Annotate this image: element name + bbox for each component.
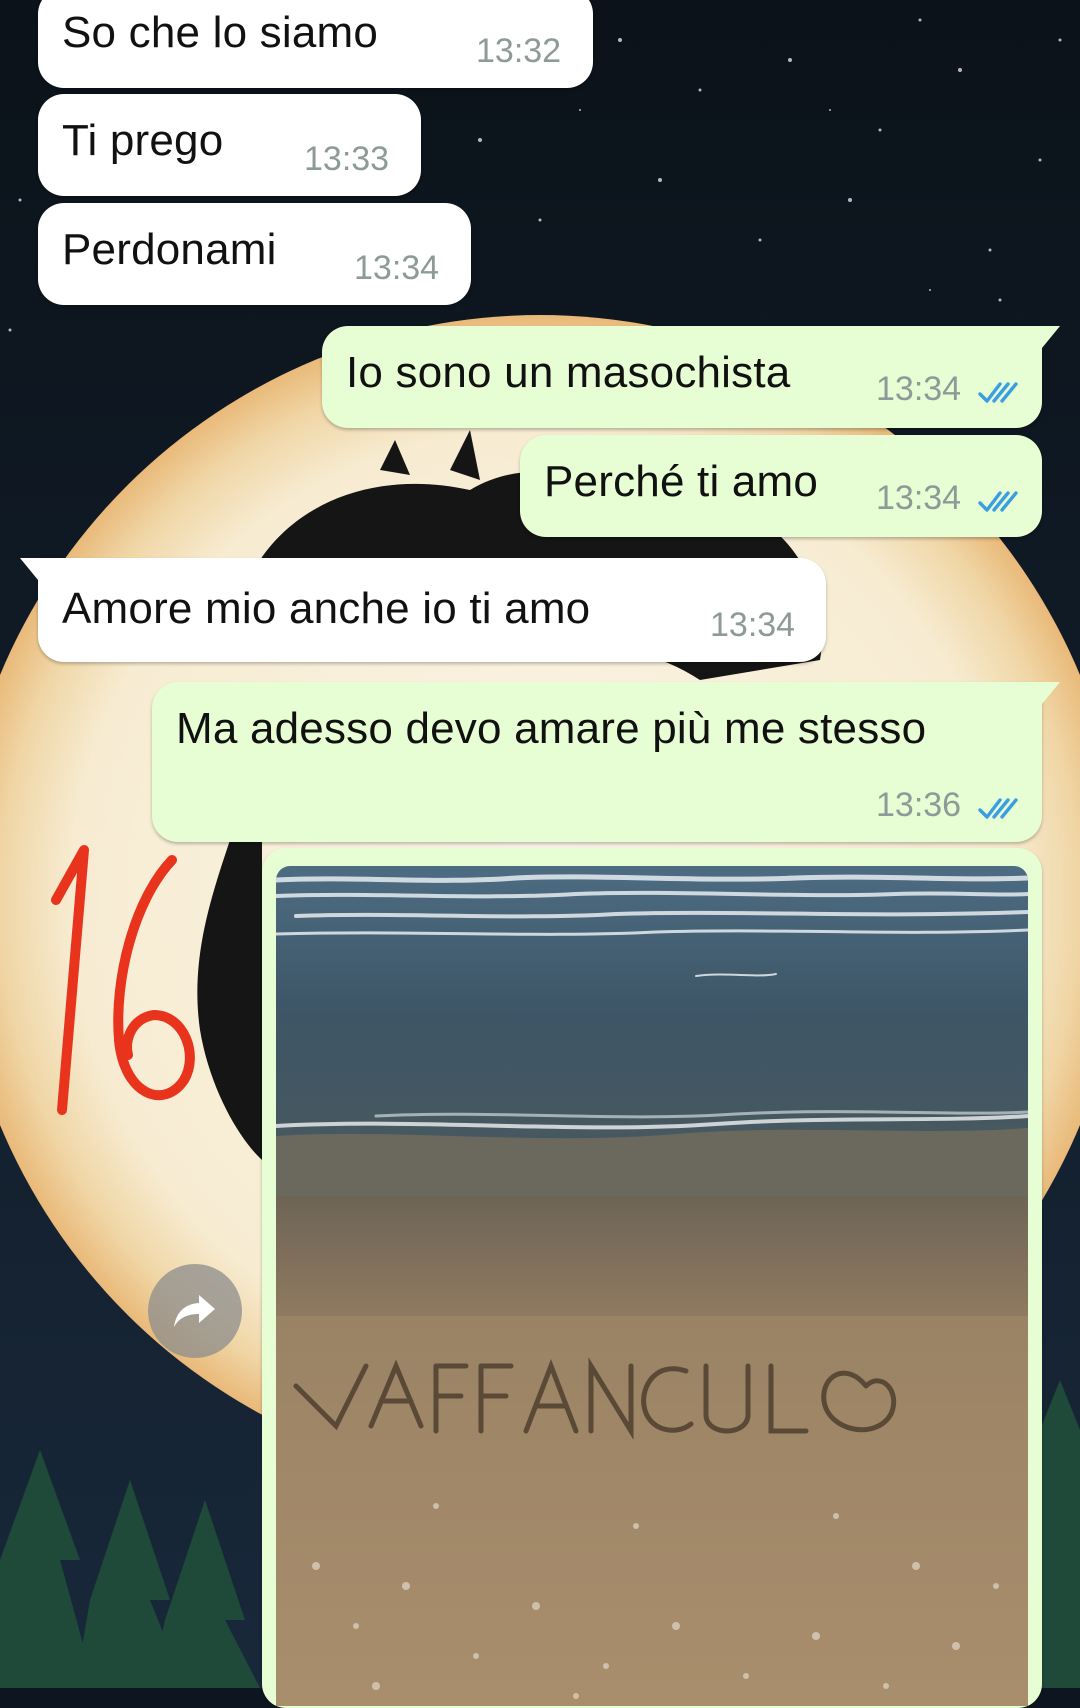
double-check-icon <box>978 382 1018 403</box>
message-timestamp: 13:32 <box>476 32 562 70</box>
double-check-icon <box>978 798 1018 819</box>
message-timestamp: 13:36 <box>876 786 962 824</box>
message-incoming[interactable]: So che lo siamo 13:32 <box>38 0 593 88</box>
message-text: Io sono un masochista <box>346 348 791 397</box>
chat-thread[interactable]: So che lo siamo 13:32 Ti prego 13:33 Per… <box>0 0 1080 1708</box>
message-text: Ma adesso devo amare più me stesso <box>176 704 927 753</box>
message-text: Perdonami <box>62 225 277 274</box>
message-timestamp: 13:34 <box>710 606 796 644</box>
message-timestamp: 13:33 <box>304 140 390 178</box>
forward-arrow-icon <box>174 1295 215 1327</box>
message-outgoing[interactable]: Ma adesso devo amare più me stesso 13:36 <box>152 682 1060 842</box>
message-text: Amore mio anche io ti amo <box>62 584 591 633</box>
message-outgoing[interactable]: Perché ti amo 13:34 <box>520 435 1042 537</box>
message-outgoing[interactable]: Io sono un masochista 13:34 <box>322 326 1060 428</box>
beach-photo[interactable] <box>276 866 1028 1706</box>
message-timestamp: 13:34 <box>876 479 962 517</box>
message-text: Perché ti amo <box>544 457 819 506</box>
double-check-icon <box>978 491 1018 512</box>
forward-button[interactable] <box>148 1264 242 1358</box>
message-incoming[interactable]: Ti prego 13:33 <box>38 94 421 196</box>
photo-message[interactable] <box>262 848 1042 1708</box>
handwritten-annotation <box>51 845 195 1115</box>
message-text: Ti prego <box>62 116 224 165</box>
message-timestamp: 13:34 <box>354 249 440 287</box>
message-incoming[interactable]: Amore mio anche io ti amo 13:34 <box>20 558 826 662</box>
message-text: So che lo siamo <box>62 8 379 57</box>
message-timestamp: 13:34 <box>876 370 962 408</box>
message-incoming[interactable]: Perdonami 13:34 <box>38 203 471 305</box>
